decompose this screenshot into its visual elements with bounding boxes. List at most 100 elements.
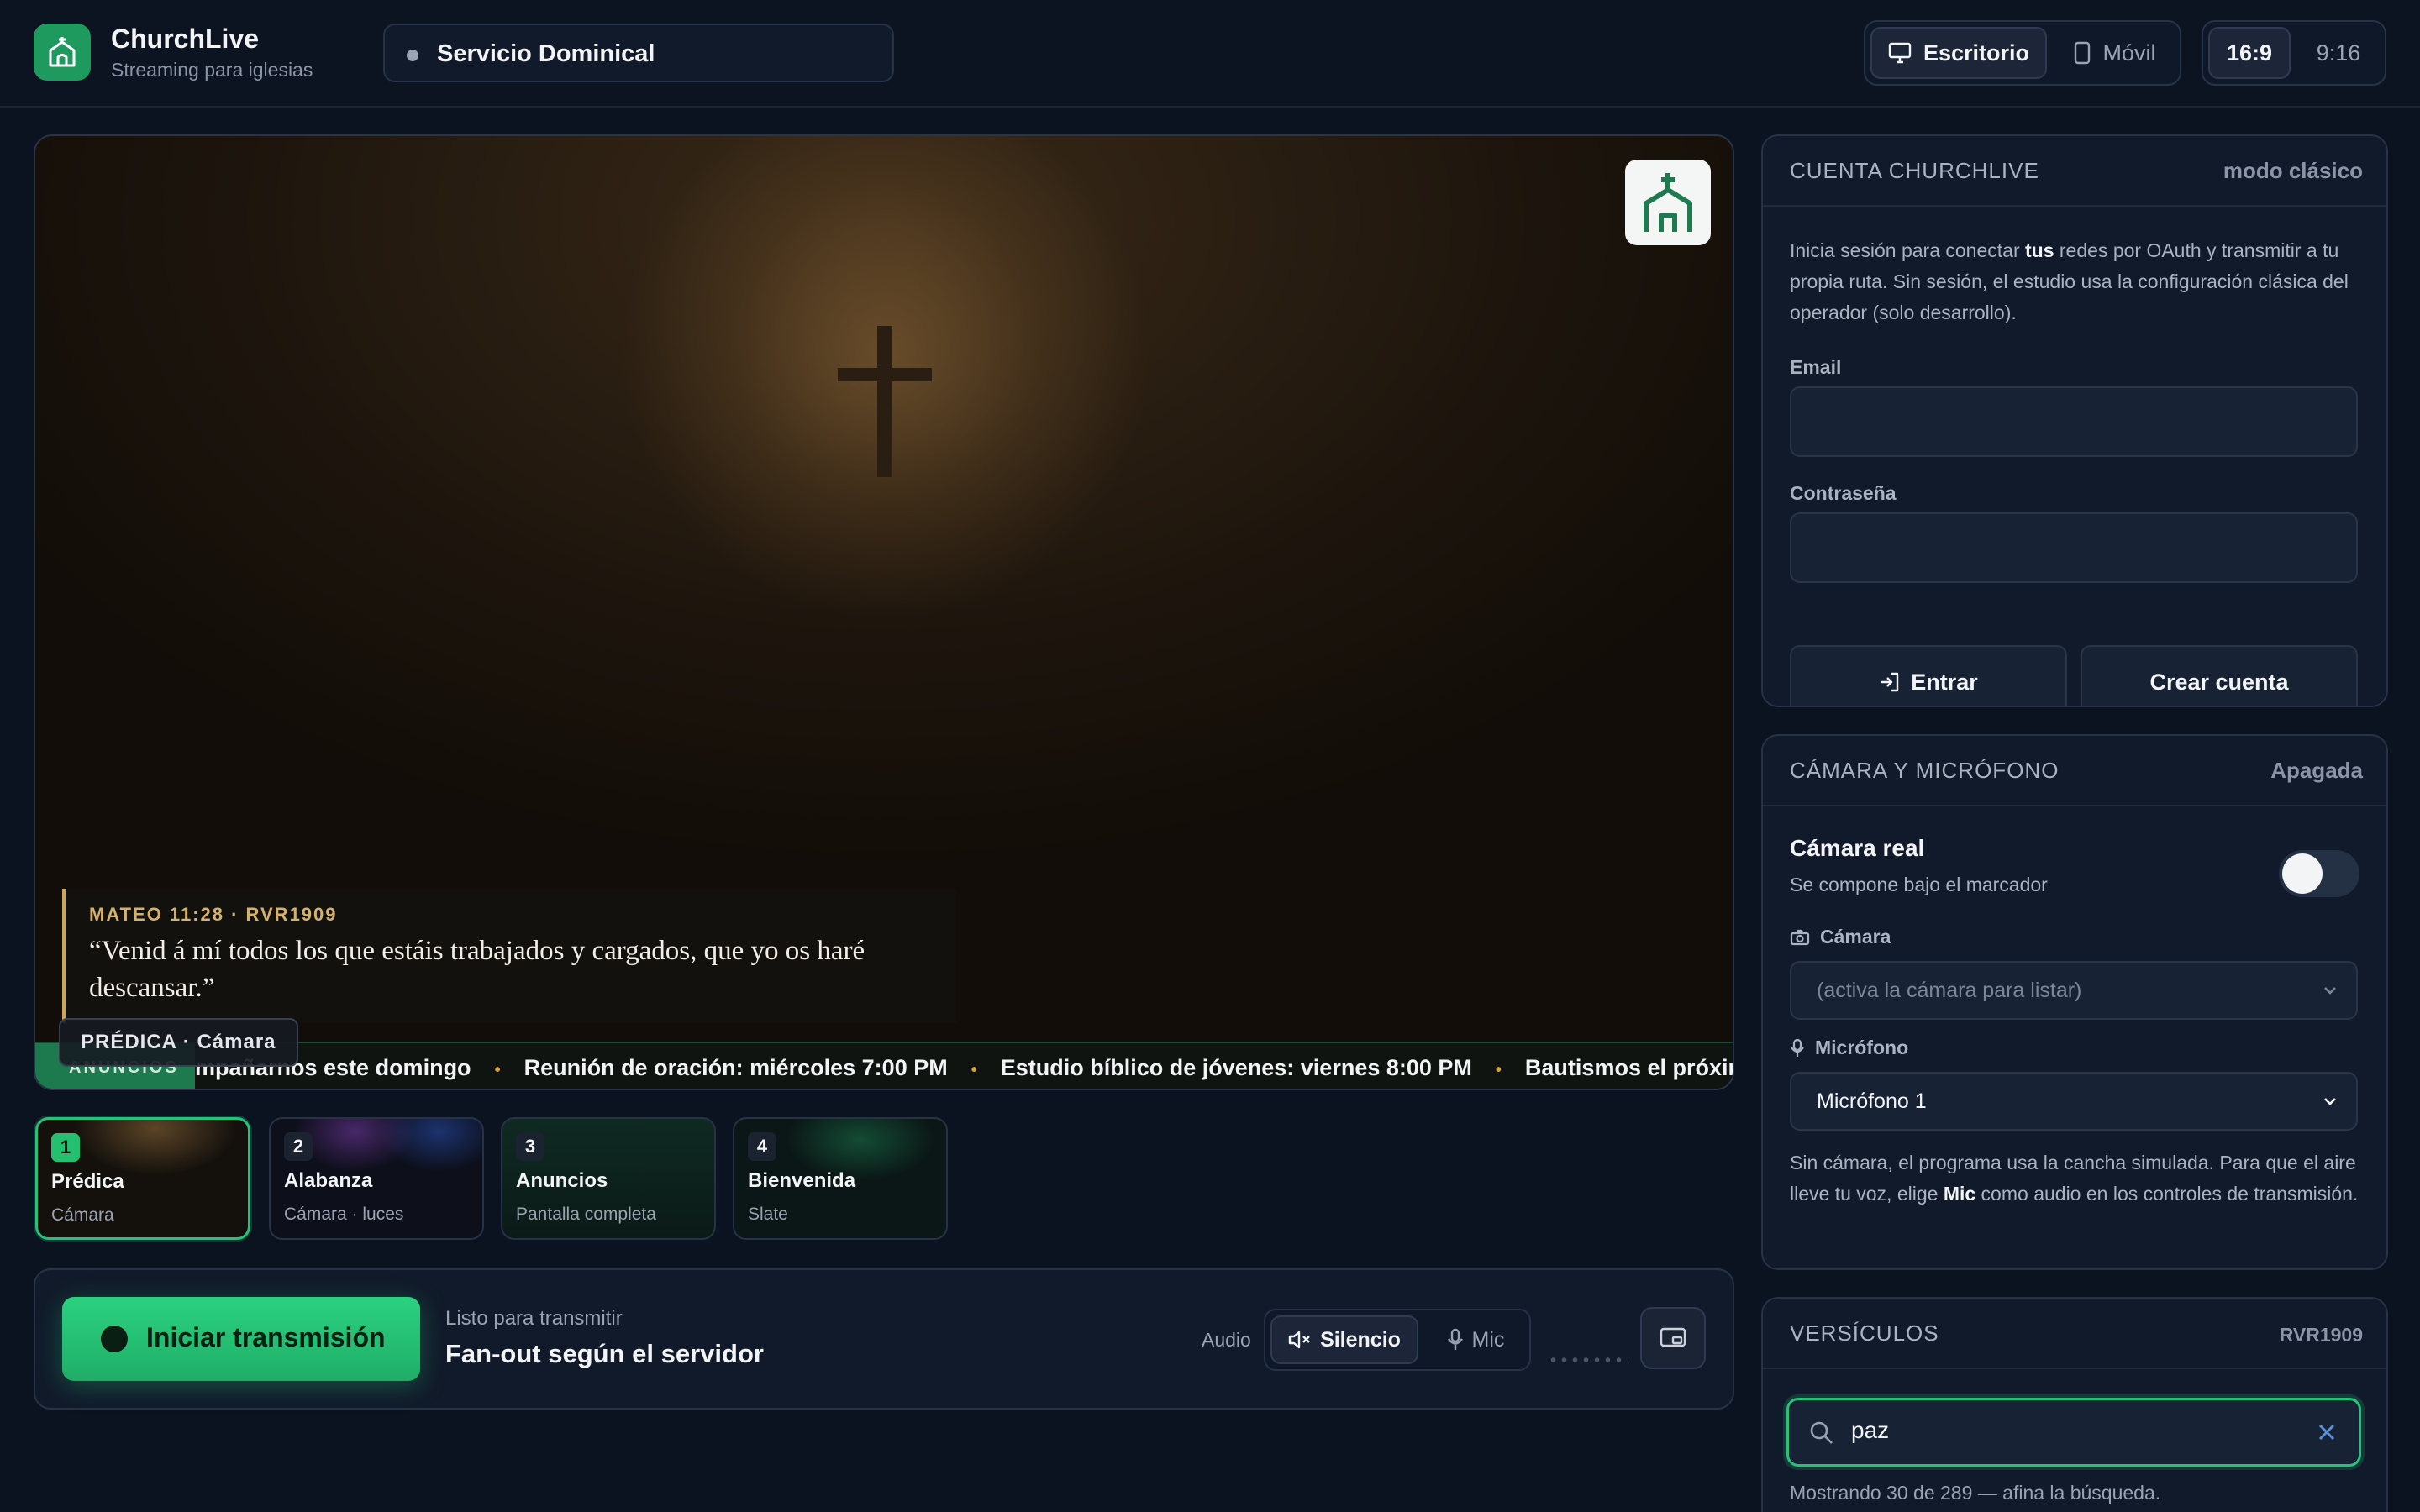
monitor-icon	[1888, 42, 1912, 64]
clear-icon[interactable]	[2317, 1422, 2337, 1442]
password-field[interactable]	[1790, 512, 2358, 583]
chevron-down-icon	[2324, 1098, 2336, 1105]
real-camera-subtitle: Se compone bajo el marcador	[1790, 874, 2048, 895]
picture-in-picture-button[interactable]	[1640, 1307, 1706, 1369]
scene-card-predica[interactable]: 1 Prédica Cámara	[35, 1117, 250, 1240]
ticker-separator: •	[1495, 1061, 1502, 1079]
camera-select-value: (activa la cámara para listar)	[1817, 979, 2082, 1002]
scene-type: Slate	[748, 1205, 788, 1224]
ticker-item: Reunión de oración: miércoles 7:00 PM	[523, 1055, 948, 1080]
scene-card-alabanza[interactable]: 2 Alabanza Cámara · luces	[269, 1117, 484, 1240]
real-camera-title: Cámara real	[1790, 835, 1925, 861]
ticker-track: mpañarnos este domingo • Reunión de oració…	[195, 1043, 1733, 1089]
ticker-separator: •	[494, 1061, 501, 1079]
verse-search-input[interactable]: paz	[1786, 1398, 2361, 1467]
camera-mic-panel-header: CÁMARA Y MICRÓFONO Apagada	[1763, 736, 2386, 806]
bible-version: RVR1909	[2279, 1324, 2363, 1346]
broadcast-controls: Iniciar transmisión Listo para transmiti…	[34, 1268, 1734, 1410]
scene-type: Cámara · luces	[284, 1205, 404, 1224]
account-panel-title: CUENTA CHURCHLIVE	[1790, 158, 2039, 183]
toggle-knob	[2282, 853, 2323, 894]
mic-select-label: Micrófono	[1790, 1037, 1908, 1059]
signup-label: Crear cuenta	[2149, 669, 2289, 695]
scene-number: 2	[284, 1132, 313, 1161]
chevron-down-icon	[2324, 987, 2336, 995]
scene-number: 3	[516, 1132, 544, 1161]
verse-reference: MATEO 11:28 · RVR1909	[89, 904, 338, 925]
audio-source-toggle: Silencio Mic	[1264, 1309, 1531, 1371]
mic-select[interactable]: Micrófono 1	[1790, 1072, 2358, 1131]
scene-name: Prédica	[51, 1170, 124, 1193]
verses-panel: VERSÍCULOS RVR1909 paz Mostrando 30 de 2…	[1761, 1297, 2388, 1512]
scene-card-anuncios[interactable]: 3 Anuncios Pantalla completa	[501, 1117, 716, 1240]
cross-icon-bar	[838, 368, 932, 381]
verses-panel-header: VERSÍCULOS RVR1909	[1763, 1299, 2386, 1369]
cross-icon	[877, 326, 892, 477]
church-watermark-icon	[1625, 160, 1711, 245]
speaker-muted-icon	[1288, 1331, 1310, 1349]
scene-card-bienvenida[interactable]: 4 Bienvenida Slate	[733, 1117, 948, 1240]
scripture-lower-third: MATEO 11:28 · RVR1909 “Venid á mí todos …	[62, 889, 956, 1023]
ratio-9-16-button[interactable]: 9:16	[2296, 27, 2381, 79]
scene-name: Anuncios	[516, 1169, 608, 1192]
mute-audio-label: Silencio	[1320, 1327, 1401, 1352]
ratio-9-16-label: 9:16	[2316, 39, 2361, 66]
phone-icon	[2075, 41, 2091, 65]
account-mode: modo clásico	[2223, 158, 2363, 183]
mic-select-value: Micrófono 1	[1817, 1089, 1927, 1113]
stream-status: Listo para transmitir	[445, 1307, 623, 1330]
real-camera-toggle[interactable]	[2279, 850, 2360, 897]
scene-name: Alabanza	[284, 1169, 373, 1192]
program-preview: MATEO 11:28 · RVR1909 “Venid á mí todos …	[34, 134, 1734, 1090]
verse-search-value: paz	[1851, 1417, 1890, 1443]
ratio-16-9-button[interactable]: 16:9	[2208, 27, 2291, 79]
account-panel-header: CUENTA CHURCHLIVE modo clásico	[1763, 136, 2386, 207]
camera-mic-panel: CÁMARA Y MICRÓFONO Apagada Cámara real S…	[1761, 734, 2388, 1270]
service-title: Servicio Dominical	[437, 40, 655, 67]
service-selector[interactable]: Servicio Dominical	[383, 24, 894, 82]
login-button[interactable]: Entrar	[1790, 645, 2067, 706]
stream-mode: Fan-out según el servidor	[445, 1339, 764, 1368]
aspect-ratio-toggle: 16:9 9:16	[2202, 20, 2386, 86]
scene-number: 1	[51, 1133, 80, 1162]
mic-audio-button[interactable]: Mic	[1425, 1315, 1526, 1364]
audio-label: Audio	[1202, 1329, 1251, 1351]
ticker-item: Bautismos el próximo domingo	[1524, 1055, 1733, 1080]
church-logo-icon	[34, 24, 91, 81]
account-description: Inicia sesión para conectar tus redes po…	[1790, 239, 2349, 323]
ticker-separator: •	[971, 1061, 977, 1079]
mobile-view-label: Móvil	[2102, 39, 2156, 66]
camera-mic-note: Sin cámara, el programa usa la cancha si…	[1790, 1152, 2359, 1205]
scene-type: Cámara	[51, 1205, 114, 1225]
start-stream-label: Iniciar transmisión	[146, 1322, 386, 1352]
picture-in-picture-icon	[1660, 1327, 1686, 1347]
active-scene-tag: PRÉDICA · Cámara	[59, 1018, 298, 1067]
camera-mic-panel-title: CÁMARA Y MICRÓFONO	[1790, 758, 2060, 783]
mute-audio-button[interactable]: Silencio	[1270, 1315, 1418, 1364]
login-label: Entrar	[1911, 669, 1978, 695]
view-toggle: Escritorio Móvil	[1864, 20, 2181, 86]
ticker-item: Estudio bíblico de jóvenes: viernes 8:00…	[1000, 1055, 1472, 1080]
email-label: Email	[1790, 356, 1842, 378]
verse-results-count: Mostrando 30 de 289 — afina la búsqueda.	[1790, 1482, 2161, 1504]
ratio-16-9-label: 16:9	[2226, 39, 2273, 66]
status-dot	[407, 50, 418, 61]
sign-in-icon	[1881, 672, 1899, 692]
scene-type: Pantalla completa	[516, 1205, 656, 1224]
camera-icon	[1790, 929, 1810, 945]
scene-number: 4	[748, 1132, 776, 1161]
mic-audio-label: Mic	[1471, 1327, 1505, 1352]
camera-select-label: Cámara	[1790, 926, 1891, 948]
search-icon	[1810, 1421, 1833, 1444]
desktop-view-button[interactable]: Escritorio	[1870, 27, 2047, 79]
email-field[interactable]	[1790, 386, 2358, 457]
signup-button[interactable]: Crear cuenta	[2081, 645, 2358, 706]
camera-select[interactable]: (activa la cámara para listar)	[1790, 961, 2358, 1020]
mobile-view-button[interactable]: Móvil	[2052, 27, 2178, 79]
start-stream-button[interactable]: Iniciar transmisión	[62, 1297, 420, 1381]
top-bar: ChurchLive Streaming para iglesias Servi…	[0, 0, 2420, 108]
password-label: Contraseña	[1790, 482, 1897, 504]
record-icon	[101, 1326, 128, 1352]
verses-panel-title: VERSÍCULOS	[1790, 1320, 1939, 1346]
microphone-icon	[1447, 1328, 1463, 1350]
